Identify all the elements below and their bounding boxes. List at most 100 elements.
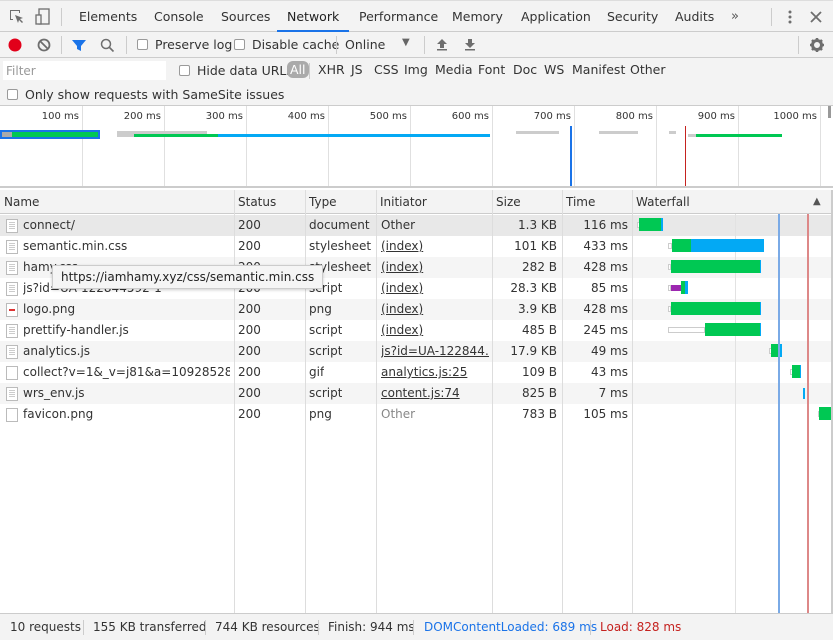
divider bbox=[126, 36, 127, 54]
filter-type-font[interactable]: Font bbox=[478, 62, 505, 77]
disable-cache-checkbox[interactable] bbox=[234, 39, 245, 50]
request-initiator[interactable]: analytics.js:25 bbox=[381, 362, 489, 383]
filter-icon[interactable] bbox=[70, 36, 88, 54]
request-size: 485 B bbox=[522, 323, 557, 337]
divider bbox=[205, 620, 206, 635]
tab-security[interactable]: Security bbox=[597, 1, 668, 32]
request-row[interactable]: collect?v=1&_v=j81&a=1092852899… 200 gif an… bbox=[0, 362, 833, 383]
request-row[interactable]: connect/200 document Other 1.3 KB 116 ms bbox=[0, 215, 833, 236]
divider bbox=[83, 620, 84, 635]
tab-console[interactable]: Console bbox=[144, 1, 214, 32]
divider bbox=[318, 620, 319, 635]
filter-type-img[interactable]: Img bbox=[404, 62, 428, 77]
request-name[interactable]: logo.png bbox=[23, 299, 230, 320]
column-header-type[interactable]: Type bbox=[305, 190, 376, 214]
column-divider[interactable] bbox=[305, 190, 306, 613]
more-tabs-button[interactable]: » bbox=[731, 1, 739, 32]
request-initiator[interactable]: (index) bbox=[381, 236, 489, 257]
import-har-icon[interactable] bbox=[433, 36, 451, 54]
request-name[interactable]: semantic.min.css bbox=[23, 236, 230, 257]
column-header-size[interactable]: Size bbox=[492, 190, 562, 214]
column-divider[interactable] bbox=[376, 190, 377, 613]
export-har-icon[interactable] bbox=[461, 36, 479, 54]
request-initiator[interactable]: (index) bbox=[381, 299, 489, 320]
column-divider[interactable] bbox=[562, 190, 563, 613]
filter-input[interactable] bbox=[3, 61, 166, 80]
filter-type-doc[interactable]: Doc bbox=[513, 62, 537, 77]
device-toolbar-icon[interactable] bbox=[33, 7, 53, 27]
chevron-down-icon[interactable]: ▼ bbox=[402, 37, 410, 48]
request-name[interactable]: analytics.js bbox=[23, 341, 230, 362]
request-name[interactable]: favicon.png bbox=[23, 404, 230, 425]
close-icon[interactable] bbox=[806, 7, 826, 27]
column-divider[interactable] bbox=[492, 190, 493, 613]
request-name[interactable]: connect/ bbox=[23, 215, 230, 236]
samesite-label[interactable]: Only show requests with SameSite issues bbox=[25, 87, 284, 102]
request-initiator[interactable]: (index) bbox=[381, 278, 489, 299]
request-row[interactable]: analytics.js 200 script js?id=UA-122844… 17.… bbox=[0, 341, 833, 362]
request-size: 1.3 KB bbox=[518, 218, 557, 232]
filter-type-xhr[interactable]: XHR bbox=[318, 62, 345, 77]
inspect-element-icon[interactable] bbox=[7, 7, 27, 27]
settings-gear-icon[interactable] bbox=[808, 36, 826, 54]
sort-ascending-icon[interactable]: ▲ bbox=[813, 190, 821, 214]
tab-network[interactable]: Network bbox=[277, 1, 350, 32]
hide-data-urls-label[interactable]: Hide data URLs bbox=[197, 63, 293, 78]
column-divider[interactable] bbox=[234, 190, 235, 613]
tab-sources[interactable]: Sources bbox=[211, 1, 280, 32]
column-header-initiator[interactable]: Initiator bbox=[376, 190, 492, 214]
column-header-waterfall[interactable]: Waterfall bbox=[632, 190, 833, 214]
throttling-select[interactable]: Online bbox=[345, 37, 385, 52]
search-icon[interactable] bbox=[98, 36, 116, 54]
overview-tick-label: 500 ms bbox=[369, 111, 407, 122]
filter-type-js[interactable]: JS bbox=[351, 62, 363, 77]
column-header-status[interactable]: Status bbox=[234, 190, 305, 214]
hide-data-urls-checkbox[interactable] bbox=[179, 65, 190, 76]
tab-audits[interactable]: Audits bbox=[665, 1, 724, 32]
samesite-checkbox[interactable] bbox=[7, 89, 18, 100]
tab-elements[interactable]: Elements bbox=[69, 1, 147, 32]
preserve-log-checkbox[interactable] bbox=[137, 39, 148, 50]
request-initiator[interactable]: (index) bbox=[381, 320, 489, 341]
tab-performance[interactable]: Performance bbox=[349, 1, 448, 32]
tab-application[interactable]: Application bbox=[511, 1, 601, 32]
request-initiator[interactable]: js?id=UA-122844… bbox=[381, 341, 489, 362]
column-divider[interactable] bbox=[632, 190, 633, 613]
waterfall-download-bar bbox=[760, 323, 762, 336]
filter-type-ws[interactable]: WS bbox=[544, 62, 564, 77]
overview-selection[interactable] bbox=[0, 130, 100, 139]
record-icon[interactable] bbox=[6, 36, 24, 54]
request-initiator[interactable]: content.js:74 bbox=[381, 383, 489, 404]
request-row[interactable]: wrs_env.js 200 script content.js:74 825 B 7 m… bbox=[0, 383, 833, 404]
more-options-icon[interactable] bbox=[780, 7, 800, 27]
request-name[interactable]: collect?v=1&_v=j81&a=1092852899… bbox=[23, 362, 230, 383]
filter-type-all[interactable]: All bbox=[287, 61, 309, 78]
column-header-name[interactable]: Name bbox=[0, 190, 234, 214]
column-header-time[interactable]: Time bbox=[562, 190, 632, 214]
request-name[interactable]: wrs_env.js bbox=[23, 383, 230, 404]
overview-tick-label: 100 ms bbox=[41, 111, 79, 122]
waterfall-dcl-line bbox=[778, 214, 780, 613]
request-row[interactable]: favicon.png 200 png Other 783 B 105 ms bbox=[0, 404, 833, 425]
network-toolbar: Preserve log Disable cache Online ▼ bbox=[0, 32, 833, 58]
overview-gridline bbox=[820, 106, 821, 186]
preserve-log-label[interactable]: Preserve log bbox=[155, 37, 232, 52]
request-size: 783 B bbox=[522, 407, 557, 421]
request-initiator[interactable]: (index) bbox=[381, 257, 489, 278]
filter-type-manifest[interactable]: Manifest bbox=[572, 62, 625, 77]
clear-icon[interactable] bbox=[35, 36, 53, 54]
tab-memory[interactable]: Memory bbox=[442, 1, 513, 32]
file-icon bbox=[6, 366, 18, 380]
request-type: script bbox=[309, 386, 343, 400]
filter-type-media[interactable]: Media bbox=[435, 62, 473, 77]
file-icon bbox=[6, 408, 18, 422]
overview-queue-bar bbox=[2, 132, 12, 137]
file-icon bbox=[6, 261, 18, 275]
request-status: 200 bbox=[238, 365, 261, 379]
filter-type-css[interactable]: CSS bbox=[374, 62, 399, 77]
filter-type-other[interactable]: Other bbox=[630, 62, 666, 77]
overview-scroll-handle[interactable] bbox=[828, 106, 831, 118]
request-name[interactable]: prettify-handler.js bbox=[23, 320, 230, 341]
timeline-overview[interactable]: 100 ms 200 ms 300 ms 400 ms 500 ms 600 ms 700 … bbox=[0, 106, 833, 188]
disable-cache-label[interactable]: Disable cache bbox=[252, 37, 339, 52]
